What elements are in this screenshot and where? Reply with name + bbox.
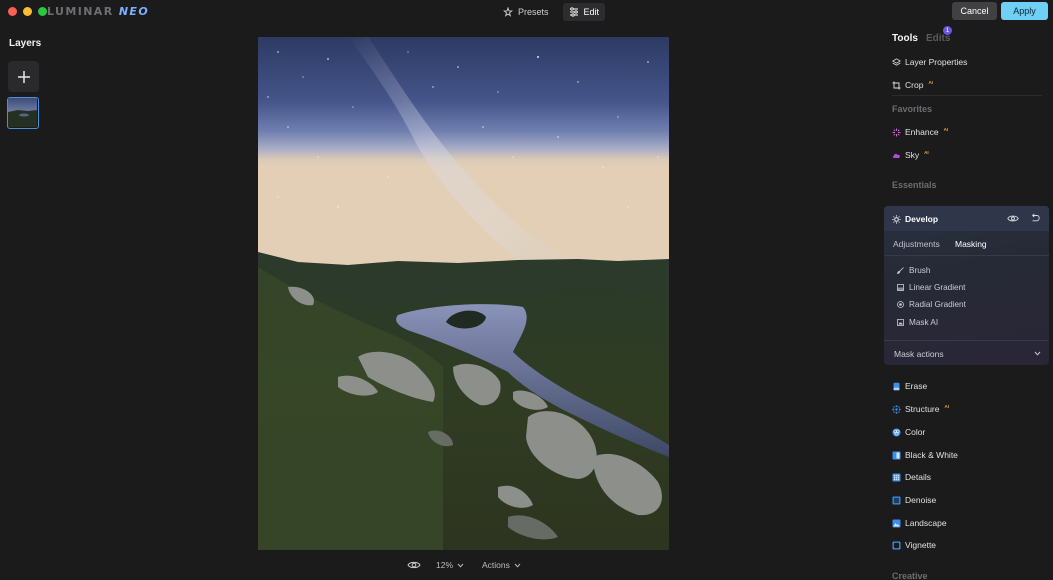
presets-tab[interactable]: Presets (497, 3, 555, 21)
cancel-button[interactable]: Cancel (952, 2, 997, 20)
chevron-down-icon (457, 563, 464, 568)
presets-icon (503, 7, 513, 17)
develop-tool-panel: Develop Adjustments Masking Brush Linear… (884, 206, 1049, 365)
visibility-eye-icon[interactable] (1007, 214, 1019, 223)
reset-undo-icon[interactable] (1030, 213, 1040, 223)
actions-dropdown[interactable]: Actions (482, 560, 521, 570)
tool-sky[interactable]: Sky AI (892, 150, 929, 160)
sliders-icon (569, 7, 578, 17)
plus-icon (17, 70, 30, 83)
denoise-icon (892, 496, 901, 505)
tab-masking[interactable]: Masking (955, 239, 987, 249)
panel-divider (892, 95, 1042, 96)
tool-denoise[interactable]: Denoise (892, 495, 936, 505)
tab-adjustments[interactable]: Adjustments (893, 239, 940, 249)
edits-count-badge: 1 (943, 26, 952, 35)
mask-linear-gradient[interactable]: Linear Gradient (897, 283, 965, 292)
chevron-down-icon (514, 563, 521, 568)
app-logo: LUMINAR NEO (47, 5, 150, 18)
tool-structure[interactable]: Structure AI (892, 404, 949, 414)
structure-icon (892, 404, 901, 414)
creative-title: Creative (892, 571, 928, 580)
essentials-title: Essentials (892, 180, 937, 190)
tool-black-white[interactable]: Black & White (892, 450, 958, 460)
zoom-dropdown[interactable]: 12% (436, 560, 464, 570)
edit-tab[interactable]: Edit (562, 3, 606, 21)
develop-divider (884, 255, 1049, 256)
erase-icon (892, 382, 901, 391)
vignette-icon (892, 541, 901, 550)
tool-color[interactable]: Color (892, 427, 925, 437)
tool-layer-properties[interactable]: Layer Properties (892, 57, 967, 67)
mask-ai-icon (897, 319, 904, 326)
mask-radial-gradient[interactable]: Radial Gradient (897, 300, 966, 309)
details-icon (892, 473, 901, 482)
tool-erase[interactable]: Erase (892, 381, 927, 391)
photo-canvas[interactable] (258, 37, 669, 550)
apply-button[interactable]: Apply (1001, 2, 1048, 20)
enhance-icon (892, 128, 901, 137)
mask-actions-dropdown[interactable]: Mask actions (894, 349, 944, 359)
tool-details[interactable]: Details (892, 472, 931, 482)
brush-icon (897, 267, 904, 274)
tool-landscape[interactable]: Landscape (892, 518, 947, 528)
black-white-icon (892, 451, 901, 460)
tool-crop[interactable]: Crop AI (892, 80, 933, 90)
mask-divider (884, 340, 1049, 341)
chevron-down-icon[interactable] (1034, 351, 1041, 356)
mask-brush[interactable]: Brush (897, 266, 930, 275)
color-icon (892, 428, 901, 437)
radial-gradient-icon (897, 301, 904, 308)
landscape-photo (258, 37, 669, 550)
minimize-window-button[interactable] (23, 7, 32, 16)
linear-gradient-icon (897, 284, 904, 291)
develop-title: Develop (892, 214, 938, 224)
mask-ai[interactable]: Mask AI (897, 318, 938, 327)
layer-thumbnail[interactable] (7, 97, 39, 129)
landscape-icon (892, 519, 901, 528)
layers-title: Layers (9, 38, 42, 49)
favorites-title: Favorites (892, 104, 933, 114)
tab-tools[interactable]: Tools (892, 33, 918, 44)
cloud-icon (892, 151, 901, 160)
sun-icon (892, 214, 901, 224)
layer-thumbnail-image (8, 98, 37, 127)
title-bar: LUMINAR NEO Presets Edit Cancel Apply (0, 0, 1053, 24)
crop-icon (892, 81, 901, 90)
close-window-button[interactable] (8, 7, 17, 16)
layers-icon (892, 57, 901, 67)
window-controls (8, 7, 47, 16)
add-layer-button[interactable] (8, 61, 39, 92)
tool-vignette[interactable]: Vignette (892, 540, 936, 550)
mode-switcher: Presets Edit (497, 3, 606, 21)
before-after-eye-icon[interactable] (407, 560, 421, 570)
zoom-window-button[interactable] (38, 7, 47, 16)
tool-enhance[interactable]: Enhance AI (892, 127, 948, 137)
